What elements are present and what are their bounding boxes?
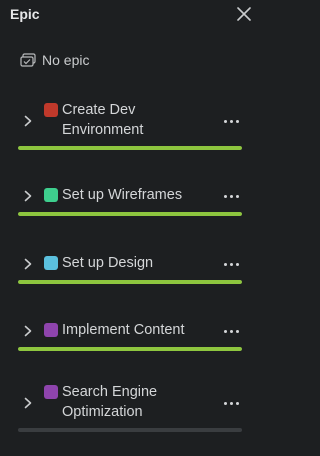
panel-title: Epic (10, 6, 40, 22)
more-options-button[interactable] (220, 113, 242, 129)
epic-item[interactable]: Create Dev Environment (18, 100, 242, 154)
epic-name: Set up Design (62, 255, 154, 271)
epic-item[interactable]: Set up Design (18, 250, 242, 288)
epic-item[interactable]: Search Engine Optimization (18, 382, 242, 436)
no-epic-label: No epic (42, 52, 90, 68)
close-button[interactable] (234, 4, 254, 24)
more-horizontal-icon (223, 262, 227, 266)
epic-progress-bar (18, 280, 242, 284)
chevron-right-icon[interactable] (22, 325, 34, 337)
more-horizontal-icon (223, 194, 227, 198)
epic-progress-fill (18, 280, 242, 284)
epic-progress-bar (18, 347, 242, 351)
more-options-button[interactable] (220, 188, 242, 204)
more-horizontal-icon (223, 329, 227, 333)
epic-name: Implement Content (62, 322, 185, 338)
epic-color-swatch (44, 323, 58, 337)
more-options-button[interactable] (220, 256, 242, 272)
chevron-right-icon[interactable] (22, 258, 34, 270)
epic-progress-bar (18, 212, 242, 216)
epic-name: Create Dev Environment (62, 102, 144, 138)
epic-progress-fill (18, 212, 242, 216)
panel-header: Epic (0, 0, 264, 30)
epic-color-swatch (44, 103, 58, 117)
epic-progress-bar (18, 428, 242, 432)
epic-color-swatch (44, 188, 58, 202)
epic-progress-fill (18, 347, 242, 351)
epic-color-swatch (44, 256, 58, 270)
epic-progress-fill (18, 146, 242, 150)
epic-name: Set up Wireframes (62, 187, 183, 203)
more-options-button[interactable] (220, 395, 242, 411)
close-icon (237, 7, 251, 21)
no-epic-icon (20, 51, 38, 69)
epic-progress-bar (18, 146, 242, 150)
epic-item[interactable]: Set up Wireframes (18, 182, 242, 220)
epic-item[interactable]: Implement Content (18, 317, 242, 355)
chevron-right-icon[interactable] (22, 190, 34, 202)
chevron-right-icon[interactable] (22, 115, 34, 127)
epic-name: Search Engine Optimization (62, 384, 158, 420)
more-horizontal-icon (223, 401, 227, 405)
more-options-button[interactable] (220, 323, 242, 339)
more-horizontal-icon (223, 119, 227, 123)
epic-color-swatch (44, 385, 58, 399)
no-epic-option[interactable]: No epic (14, 46, 244, 74)
chevron-right-icon[interactable] (22, 397, 34, 409)
